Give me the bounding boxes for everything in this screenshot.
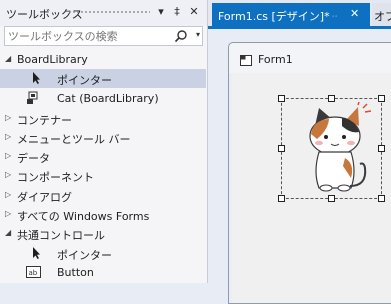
group-components[interactable]: ▷ コンポーネント <box>0 166 206 185</box>
resize-handle[interactable] <box>328 95 335 102</box>
item-label: Cat (BoardLibrary) <box>57 92 159 105</box>
title-grip[interactable] <box>68 10 150 15</box>
group-common-controls[interactable]: ◢ 共通コントロール <box>0 224 206 243</box>
group-data[interactable]: ▷ データ <box>0 147 206 166</box>
group-dialogs[interactable]: ▷ ダイアログ <box>0 186 206 205</box>
toolbox-title-bar: ツールボックス ▾ ‡ ✕ <box>0 0 207 26</box>
document-tab-bar: Form1.cs [デザイン]* ᆢ ✕ オブ <box>208 0 391 26</box>
group-containers[interactable]: ▷ コンテナー <box>0 109 206 128</box>
form-icon <box>240 55 252 66</box>
picturebox-cat[interactable] <box>278 95 385 202</box>
group-label: コンポーネント <box>17 171 94 184</box>
item-label: ポインター <box>57 249 112 262</box>
cat-image <box>309 102 372 192</box>
group-label: データ <box>17 152 50 165</box>
toolbox-item-pointer-common[interactable]: ポインター <box>0 244 206 263</box>
toolbox-search[interactable]: ▾ <box>4 26 203 46</box>
tab-label: Form1.cs [デザイン]* <box>218 10 330 23</box>
group-label: すべての Windows Forms <box>17 210 150 223</box>
toolbox-item-button[interactable]: ab Button <box>0 263 206 282</box>
group-label: コンテナー <box>17 114 72 127</box>
svg-text:ab: ab <box>29 269 38 277</box>
pin-icon[interactable]: ‡ <box>170 5 184 19</box>
resize-handle[interactable] <box>278 195 285 202</box>
collapsed-arrow-icon[interactable]: ▷ <box>5 209 13 219</box>
group-menus-toolbars[interactable]: ▷ メニューとツール バー <box>0 128 206 147</box>
resize-handle[interactable] <box>378 195 385 202</box>
group-label: メニューとツール バー <box>17 133 131 146</box>
tab-pin-icon[interactable]: ᆢ <box>330 8 339 23</box>
search-input[interactable] <box>8 29 168 43</box>
collapsed-arrow-icon[interactable]: ▷ <box>5 132 13 142</box>
search-icon[interactable] <box>174 29 188 43</box>
toolbox-item-cat[interactable]: Cat (BoardLibrary) <box>0 89 206 108</box>
tab-form1-design[interactable]: Form1.cs [デザイン]* ᆢ ✕ <box>212 3 370 26</box>
collapsed-arrow-icon[interactable]: ▷ <box>5 190 13 200</box>
toolbox-item-pointer[interactable]: ポインター <box>0 69 206 88</box>
toolbox-panel: ツールボックス ▾ ‡ ✕ ▾ ◢ BoardLibrary ポインター Cat… <box>0 0 208 283</box>
group-label: ダイアログ <box>17 191 72 204</box>
item-label: ポインター <box>57 74 112 87</box>
component-icon <box>27 91 38 104</box>
close-icon[interactable]: ✕ <box>187 5 201 19</box>
collapsed-arrow-icon[interactable]: ▷ <box>5 170 13 180</box>
form-title-bar[interactable]: Form1 <box>229 43 391 73</box>
group-all-windows-forms[interactable]: ▷ すべての Windows Forms <box>0 205 206 224</box>
group-label: BoardLibrary <box>17 53 88 66</box>
form-title: Form1 <box>258 53 293 66</box>
button-icon: ab <box>26 266 41 278</box>
resize-handle[interactable] <box>378 95 385 102</box>
pointer-icon <box>33 72 40 84</box>
tab-next[interactable]: オブ <box>372 3 391 26</box>
tab-underline <box>208 26 391 29</box>
tab-label: オブ <box>374 10 391 23</box>
group-label: 共通コントロール <box>17 229 105 242</box>
tab-close-icon[interactable]: ✕ <box>350 7 359 20</box>
group-boardlibrary[interactable]: ◢ BoardLibrary <box>0 50 206 69</box>
collapsed-arrow-icon[interactable]: ▷ <box>5 113 13 123</box>
collapsed-arrow-icon[interactable]: ▷ <box>5 151 13 161</box>
item-label: Button <box>57 266 94 279</box>
expanded-arrow-icon[interactable]: ◢ <box>5 54 13 64</box>
pointer-icon <box>33 247 40 259</box>
resize-handle[interactable] <box>278 145 285 152</box>
resize-handle[interactable] <box>328 195 335 202</box>
resize-handle[interactable] <box>378 145 385 152</box>
expanded-arrow-icon[interactable]: ◢ <box>5 228 13 238</box>
resize-handle[interactable] <box>278 95 285 102</box>
dropdown-icon[interactable]: ▾ <box>154 5 168 19</box>
search-options-icon[interactable]: ▾ <box>196 30 200 39</box>
